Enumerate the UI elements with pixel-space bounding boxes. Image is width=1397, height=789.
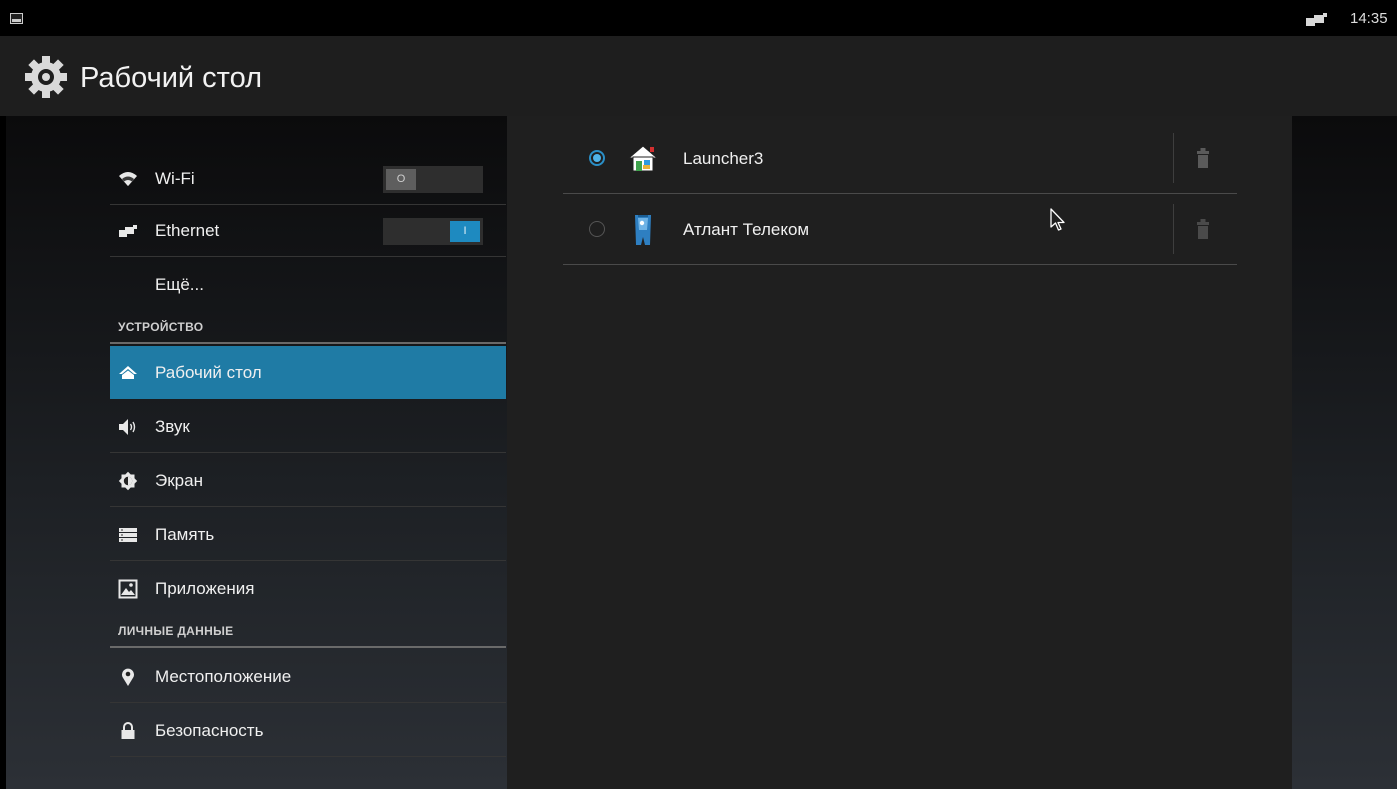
- divider: [1173, 204, 1174, 254]
- page-title: Рабочий стол: [80, 62, 263, 94]
- ethernet-icon: [1306, 13, 1327, 26]
- action-bar: Рабочий стол: [0, 36, 1397, 116]
- mouse-pointer-icon: [1050, 208, 1065, 231]
- sidebar-item-apps[interactable]: Приложения: [110, 562, 506, 615]
- sidebar-item-more[interactable]: Ещё...: [110, 258, 506, 311]
- radio-selected[interactable]: [589, 150, 605, 166]
- lock-icon: [121, 722, 135, 739]
- settings-sidebar: Wi-Fi O Ethernet I Ещё... УСТРОЙСТВО Раб…: [110, 116, 506, 789]
- sidebar-item-label: Рабочий стол: [155, 363, 262, 382]
- launcher-name: Launcher3: [683, 149, 764, 168]
- clock: 14:35: [1350, 10, 1388, 27]
- section-header-device: УСТРОЙСТВО: [118, 320, 204, 334]
- list-item-launcher3[interactable]: Launcher3: [563, 123, 1237, 194]
- sidebar-item-label: Местоположение: [155, 667, 292, 686]
- sidebar-item-security[interactable]: Безопасность: [110, 704, 506, 757]
- wifi-icon: [119, 172, 137, 186]
- apps-icon: [118, 579, 138, 599]
- sidebar-item-wifi[interactable]: Wi-Fi O: [110, 152, 506, 205]
- status-bar: 14:35: [0, 0, 1397, 36]
- sidebar-item-display[interactable]: Экран: [110, 454, 506, 507]
- gear-icon[interactable]: [21, 56, 71, 98]
- screenshot-icon: [10, 13, 23, 24]
- sound-icon: [119, 419, 136, 435]
- section-divider: [110, 342, 506, 344]
- location-icon: [122, 668, 134, 686]
- sidebar-item-sound[interactable]: Звук: [110, 400, 506, 453]
- sidebar-item-label: Безопасность: [155, 721, 264, 740]
- sidebar-item-label: Приложения: [155, 579, 255, 598]
- atlant-telecom-icon: [635, 215, 651, 245]
- toggle-knob: O: [386, 169, 416, 190]
- list-item-atlant-telecom[interactable]: Атлант Телеком: [563, 194, 1237, 265]
- divider: [1173, 133, 1174, 183]
- sidebar-item-ethernet[interactable]: Ethernet I: [110, 204, 506, 257]
- trash-icon[interactable]: [1196, 218, 1210, 240]
- brightness-icon: [118, 471, 138, 491]
- sidebar-item-label: Звук: [155, 417, 190, 436]
- sidebar-item-home[interactable]: Рабочий стол: [110, 346, 506, 399]
- launcher-list-pane: Launcher3 Атлант Телеком: [507, 116, 1292, 789]
- radio-unselected[interactable]: [589, 221, 605, 237]
- section-header-personal: ЛИЧНЫЕ ДАННЫЕ: [118, 624, 234, 638]
- storage-icon: [119, 528, 137, 542]
- sidebar-item-storage[interactable]: Память: [110, 508, 506, 561]
- launcher-name: Атлант Телеком: [683, 220, 810, 239]
- sidebar-item-label: Wi-Fi: [155, 169, 195, 188]
- trash-icon[interactable]: [1196, 147, 1210, 169]
- sidebar-item-location[interactable]: Местоположение: [110, 650, 506, 703]
- ethernet-icon: [119, 225, 137, 237]
- sidebar-item-label: Ethernet: [155, 221, 220, 240]
- launcher3-icon: [627, 145, 659, 172]
- home-icon: [119, 366, 137, 379]
- sidebar-item-label: Память: [155, 525, 215, 544]
- section-divider: [110, 646, 506, 648]
- toggle-knob: I: [450, 221, 480, 242]
- sidebar-item-label: Ещё...: [155, 275, 204, 294]
- sidebar-item-label: Экран: [155, 471, 203, 490]
- wifi-toggle[interactable]: O: [383, 166, 483, 193]
- ethernet-toggle[interactable]: I: [383, 218, 483, 245]
